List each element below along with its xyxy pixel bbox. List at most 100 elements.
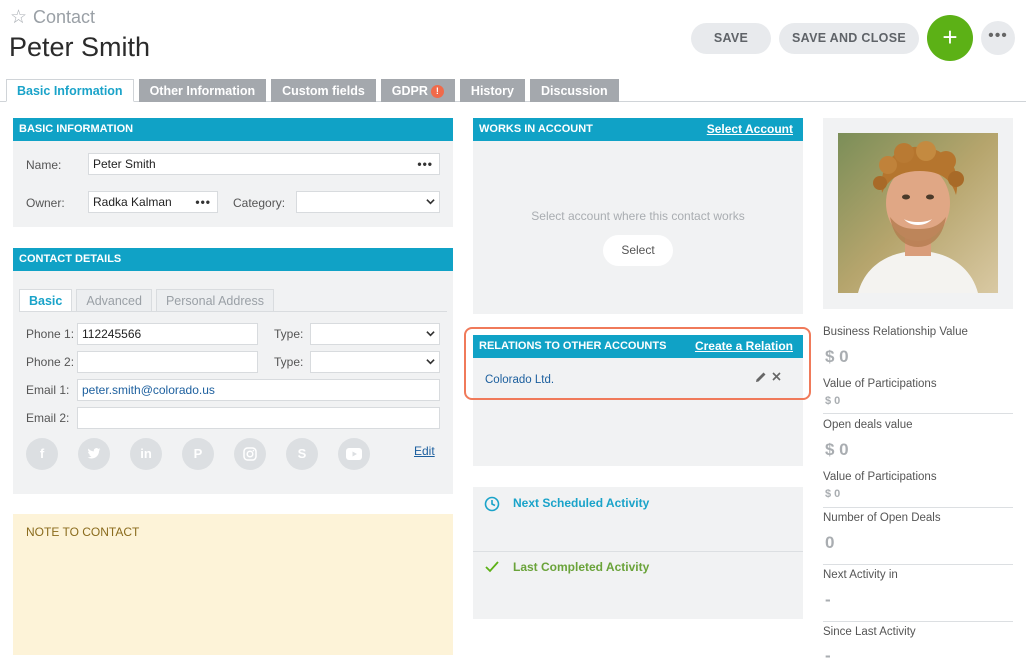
- phone2-label: Phone 2:: [26, 355, 75, 369]
- youtube-icon[interactable]: [338, 438, 370, 470]
- email2-label: Email 2:: [26, 411, 70, 425]
- stats-divider: [823, 507, 1013, 508]
- open-deals-value: $ 0: [825, 440, 849, 459]
- works-in-account-hint: Select account where this contact works: [531, 209, 745, 223]
- name-label: Name:: [26, 158, 62, 172]
- email1-field[interactable]: peter.smith@colorado.us: [77, 379, 440, 401]
- value-of-participations: $ 0: [825, 395, 841, 407]
- works-in-account-title: WORKS IN ACCOUNT: [479, 123, 593, 135]
- tab-custom-fields[interactable]: Custom fields: [271, 79, 376, 102]
- name-options-icon[interactable]: •••: [417, 154, 433, 174]
- tab-basic-information[interactable]: Basic Information: [6, 79, 134, 102]
- since-last-activity-value: -: [825, 646, 831, 665]
- plus-icon: +: [942, 22, 958, 52]
- business-relationship-value-label: Business Relationship Value: [823, 326, 968, 338]
- chevron-down-icon: [426, 199, 435, 205]
- entity-type-label: Contact: [33, 7, 96, 27]
- next-activity-in-label: Next Activity in: [823, 569, 898, 581]
- works-in-account-heading: WORKS IN ACCOUNT Select Account: [473, 118, 803, 141]
- phone2-type-select[interactable]: [310, 351, 440, 373]
- sub-tab-basic[interactable]: Basic: [19, 289, 73, 311]
- relations-title: RELATIONS TO OTHER ACCOUNTS: [479, 340, 667, 352]
- tab-discussion[interactable]: Discussion: [530, 79, 619, 102]
- tab-gdpr-label: GDPR: [391, 84, 428, 98]
- pinterest-icon[interactable]: P: [182, 438, 214, 470]
- email1-label: Email 1:: [26, 383, 70, 397]
- name-field[interactable]: Peter Smith •••: [88, 153, 440, 175]
- tab-gdpr[interactable]: GDPR!: [380, 79, 455, 102]
- select-account-button[interactable]: Select: [603, 235, 673, 266]
- relation-row: Colorado Ltd.: [485, 372, 795, 388]
- stats-divider: [823, 564, 1013, 565]
- page-title: Peter Smith: [9, 32, 151, 62]
- social-icons: f in P S: [26, 438, 370, 470]
- phone1-type-label: Type:: [274, 327, 304, 341]
- phone2-type-label: Type:: [274, 355, 304, 369]
- category-label: Category:: [233, 196, 286, 210]
- select-account-link[interactable]: Select Account: [707, 118, 793, 141]
- sub-tab-personal-address[interactable]: Personal Address: [155, 289, 274, 311]
- stats-divider: [823, 621, 1013, 622]
- warning-badge-icon: !: [430, 85, 444, 98]
- basic-information-panel: BASIC INFORMATION Name: Peter Smith ••• …: [13, 118, 453, 227]
- since-last-activity-label: Since Last Activity: [823, 626, 916, 638]
- note-title: NOTE TO CONTACT: [26, 525, 140, 539]
- remove-x-icon[interactable]: [771, 371, 782, 385]
- add-button[interactable]: +: [927, 15, 973, 61]
- relations-heading: RELATIONS TO OTHER ACCOUNTS Create a Rel…: [473, 335, 803, 358]
- phone1-label: Phone 1:: [26, 327, 75, 341]
- email2-field[interactable]: [77, 407, 440, 429]
- phone1-type-select[interactable]: [310, 323, 440, 345]
- more-icon: •••: [988, 27, 1008, 44]
- note-panel[interactable]: NOTE TO CONTACT: [13, 514, 453, 655]
- clock-icon: [484, 496, 500, 512]
- basic-information-heading: BASIC INFORMATION: [13, 118, 453, 141]
- activities-panel: Next Scheduled Activity Last Completed A…: [473, 487, 803, 619]
- tab-bar: Basic Information Other Information Cust…: [6, 79, 619, 102]
- linkedin-icon[interactable]: in: [130, 438, 162, 470]
- sub-tab-advanced[interactable]: Advanced: [76, 289, 152, 311]
- owner-options-icon[interactable]: •••: [195, 192, 211, 212]
- number-of-open-deals: 0: [825, 533, 835, 552]
- skype-icon[interactable]: S: [286, 438, 318, 470]
- chevron-down-icon: [426, 359, 435, 365]
- edit-pencil-icon[interactable]: [755, 371, 767, 386]
- owner-label: Owner:: [26, 196, 65, 210]
- edit-social-link[interactable]: Edit: [414, 444, 435, 458]
- save-and-close-button[interactable]: SAVE AND CLOSE: [779, 23, 919, 54]
- sub-tab-underline: [19, 311, 447, 312]
- facebook-icon[interactable]: f: [26, 438, 58, 470]
- next-scheduled-activity[interactable]: Next Scheduled Activity: [513, 496, 649, 510]
- value-of-participations-2: $ 0: [825, 488, 841, 500]
- save-button[interactable]: SAVE: [691, 23, 771, 54]
- activities-divider: [473, 551, 803, 552]
- create-relation-link[interactable]: Create a Relation: [695, 335, 793, 358]
- works-in-account-panel: WORKS IN ACCOUNT Select Account Select a…: [473, 118, 803, 314]
- owner-field[interactable]: Radka Kalman •••: [88, 191, 218, 213]
- next-activity-in-value: -: [825, 590, 831, 609]
- open-deals-value-label: Open deals value: [823, 419, 913, 431]
- last-completed-activity[interactable]: Last Completed Activity: [513, 560, 649, 574]
- value-of-participations-label: Value of Participations: [823, 378, 937, 390]
- name-value: Peter Smith: [93, 157, 156, 171]
- number-of-open-deals-label: Number of Open Deals: [823, 512, 941, 524]
- value-of-participations-label-2: Value of Participations: [823, 471, 937, 483]
- chevron-down-icon: [426, 331, 435, 337]
- contact-sub-tabs: Basic Advanced Personal Address: [19, 289, 274, 311]
- business-relationship-value: $ 0: [825, 347, 849, 366]
- tab-history[interactable]: History: [459, 79, 525, 102]
- photo-panel: [823, 118, 1013, 309]
- favorite-star-icon[interactable]: ☆: [10, 6, 27, 29]
- tab-other-information[interactable]: Other Information: [138, 79, 267, 102]
- instagram-icon[interactable]: [234, 438, 266, 470]
- contact-details-heading: CONTACT DETAILS: [13, 248, 453, 271]
- checkmark-icon: [485, 561, 499, 573]
- contact-photo[interactable]: [838, 133, 998, 293]
- phone2-field[interactable]: [77, 351, 258, 373]
- category-select[interactable]: [296, 191, 440, 213]
- stats-divider: [823, 413, 1013, 414]
- relation-account-link[interactable]: Colorado Ltd.: [485, 374, 554, 386]
- twitter-icon[interactable]: [78, 438, 110, 470]
- more-options-button[interactable]: •••: [981, 21, 1015, 55]
- phone1-field[interactable]: 112245566: [77, 323, 258, 345]
